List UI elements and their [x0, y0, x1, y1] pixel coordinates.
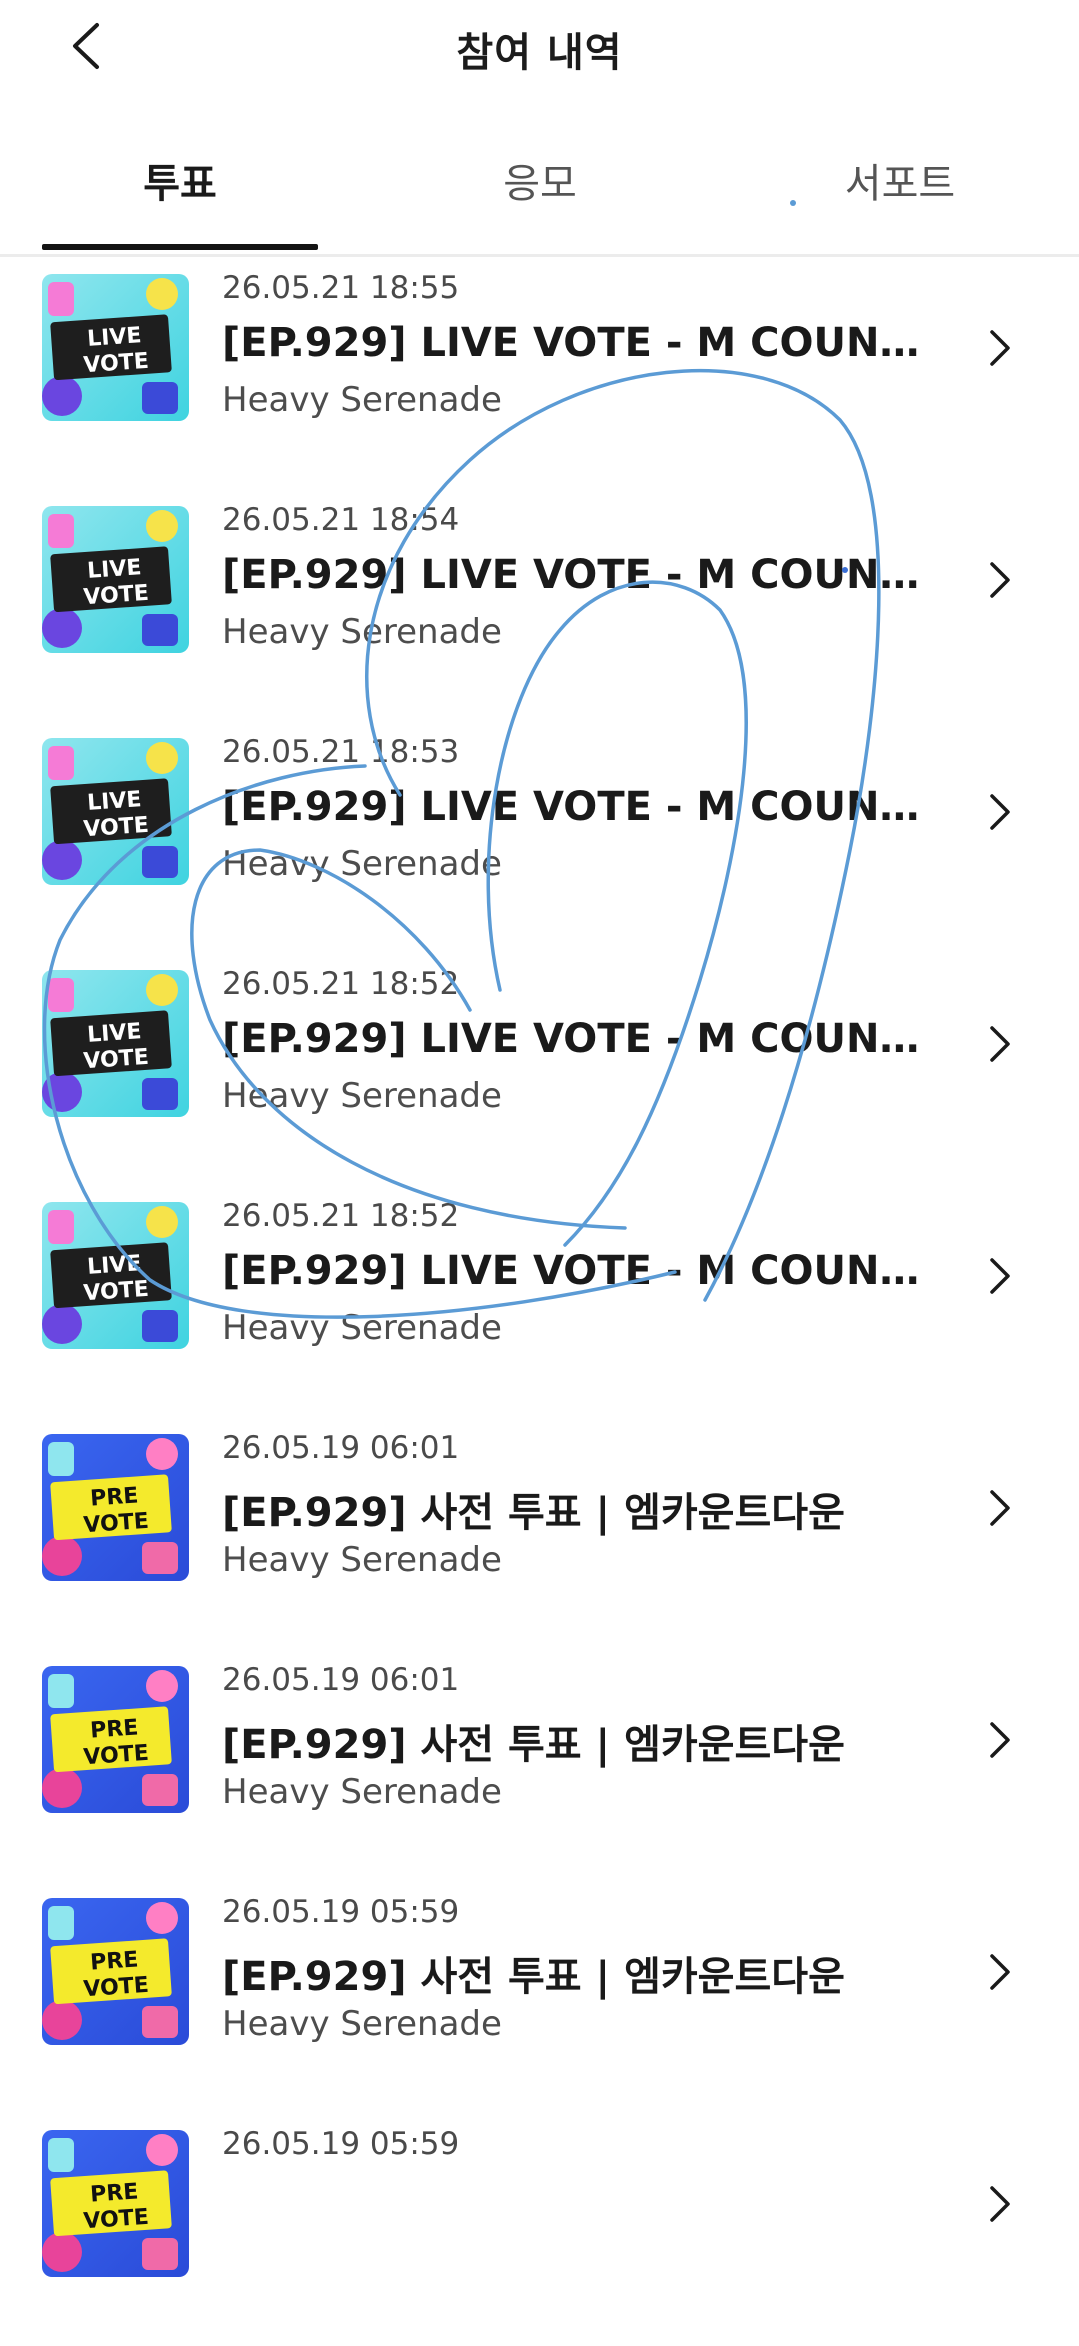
participation-date: 26.05.21 18:55 — [222, 270, 460, 306]
list-item[interactable]: LIVE VOTE 26.05.21 18:52 [EP.929] LIVE V… — [0, 1186, 1079, 1418]
chevron-right-icon — [990, 1722, 1010, 1758]
artist-name: Heavy Serenade — [222, 1772, 502, 1812]
participation-date: 26.05.21 18:54 — [222, 502, 460, 538]
svg-text:LIVE: LIVE — [86, 1019, 142, 1048]
vote-title: [EP.929] LIVE VOTE - M COUNTDO... — [222, 784, 942, 830]
participation-date: 26.05.21 18:52 — [222, 1198, 460, 1234]
vote-title: [EP.929] LIVE VOTE - M COUNTDO... — [222, 320, 942, 366]
svg-text:VOTE: VOTE — [83, 581, 150, 611]
live-vote-thumbnail: LIVE VOTE — [42, 1202, 189, 1349]
svg-text:VOTE: VOTE — [83, 1045, 150, 1075]
participation-date: 26.05.19 05:59 — [222, 1894, 460, 1930]
tab-vote[interactable]: 투표 — [42, 156, 318, 252]
list-item[interactable]: PRE VOTE 26.05.19 06:01 [EP.929] 사전 투표 |… — [0, 1418, 1079, 1650]
artist-name: Heavy Serenade — [222, 612, 502, 652]
svg-text:LIVE: LIVE — [86, 555, 142, 584]
participation-date: 26.05.19 06:01 — [222, 1662, 460, 1698]
svg-text:LIVE: LIVE — [86, 787, 142, 816]
artist-name: Heavy Serenade — [222, 844, 502, 884]
list-item[interactable]: PRE VOTE 26.05.19 05:59 [EP.929] 사전 투표 |… — [0, 1882, 1079, 2114]
list-item[interactable]: LIVE VOTE 26.05.21 18:55 [EP.929] LIVE V… — [0, 258, 1079, 490]
participation-date: 26.05.19 06:01 — [222, 1430, 460, 1466]
svg-text:VOTE: VOTE — [83, 1509, 150, 1539]
app-header: 참여 내역 — [0, 0, 1079, 96]
active-tab-indicator — [42, 244, 318, 250]
artist-name: Heavy Serenade — [222, 1540, 502, 1580]
chevron-right-icon — [990, 562, 1010, 598]
artist-name: Heavy Serenade — [222, 1076, 502, 1116]
chevron-right-icon — [990, 794, 1010, 830]
svg-text:VOTE: VOTE — [83, 1973, 150, 2003]
svg-text:PRE: PRE — [89, 1715, 139, 1743]
vote-title: [EP.929] LIVE VOTE - M COUNTDO... — [222, 552, 942, 598]
svg-text:VOTE: VOTE — [83, 1277, 150, 1307]
chevron-right-icon — [990, 330, 1010, 366]
artist-name: Heavy Serenade — [222, 2004, 502, 2044]
vote-title: [EP.929] LIVE VOTE - M COUNTDO... — [222, 1016, 942, 1062]
vote-title: [EP.929] LIVE VOTE - M COUNTDO... — [222, 1248, 942, 1294]
artist-name: Heavy Serenade — [222, 380, 502, 420]
svg-text:VOTE: VOTE — [83, 349, 150, 379]
live-vote-thumbnail: LIVE VOTE — [42, 738, 189, 885]
participation-date: 26.05.21 18:52 — [222, 966, 460, 1002]
live-vote-thumbnail: LIVE VOTE — [42, 506, 189, 653]
svg-text:LIVE: LIVE — [86, 1251, 142, 1280]
pre-vote-thumbnail: PRE VOTE — [42, 1666, 189, 1813]
svg-text:PRE: PRE — [89, 1947, 139, 1975]
live-vote-thumbnail: LIVE VOTE — [42, 970, 189, 1117]
vote-title: [EP.929] 사전 투표 | 엠카운트다운 — [222, 1954, 845, 2000]
page-title: 참여 내역 — [456, 30, 623, 76]
tab-bar: 투표 응모 서포트 — [0, 140, 1079, 257]
svg-text:PRE: PRE — [89, 1483, 139, 1511]
chevron-right-icon — [990, 1026, 1010, 1062]
list-item[interactable]: LIVE VOTE 26.05.21 18:52 [EP.929] LIVE V… — [0, 954, 1079, 1186]
participation-date: 26.05.19 05:59 — [222, 2126, 460, 2162]
vote-title: [EP.929] 사전 투표 | 엠카운트다운 — [222, 1722, 845, 1768]
chevron-right-icon — [990, 1258, 1010, 1294]
artist-name: Heavy Serenade — [222, 1308, 502, 1348]
pre-vote-thumbnail: PRE VOTE — [42, 1434, 189, 1581]
svg-text:PRE: PRE — [89, 2179, 139, 2207]
pre-vote-thumbnail: PRE VOTE — [42, 2130, 189, 2277]
list-item[interactable]: LIVE VOTE 26.05.21 18:53 [EP.929] LIVE V… — [0, 722, 1079, 954]
list-item[interactable]: LIVE VOTE 26.05.21 18:54 [EP.929] LIVE V… — [0, 490, 1079, 722]
svg-text:VOTE: VOTE — [83, 1741, 150, 1771]
chevron-right-icon — [990, 1954, 1010, 1990]
live-vote-thumbnail: LIVE VOTE — [42, 274, 189, 421]
tab-entry[interactable]: 응모 — [400, 156, 680, 252]
participation-date: 26.05.21 18:53 — [222, 734, 460, 770]
list-item[interactable]: PRE VOTE 26.05.19 06:01 [EP.929] 사전 투표 |… — [0, 1650, 1079, 1882]
svg-text:VOTE: VOTE — [83, 2205, 150, 2235]
chevron-right-icon — [990, 1490, 1010, 1526]
vote-title: [EP.929] 사전 투표 | 엠카운트다운 — [222, 1490, 845, 1536]
svg-text:VOTE: VOTE — [83, 813, 150, 843]
chevron-right-icon — [990, 2186, 1010, 2222]
tab-support[interactable]: 서포트 — [760, 156, 1040, 252]
svg-text:LIVE: LIVE — [86, 323, 142, 352]
list-item[interactable]: PRE VOTE 26.05.19 05:59 — [0, 2114, 1079, 2346]
pre-vote-thumbnail: PRE VOTE — [42, 1898, 189, 2045]
